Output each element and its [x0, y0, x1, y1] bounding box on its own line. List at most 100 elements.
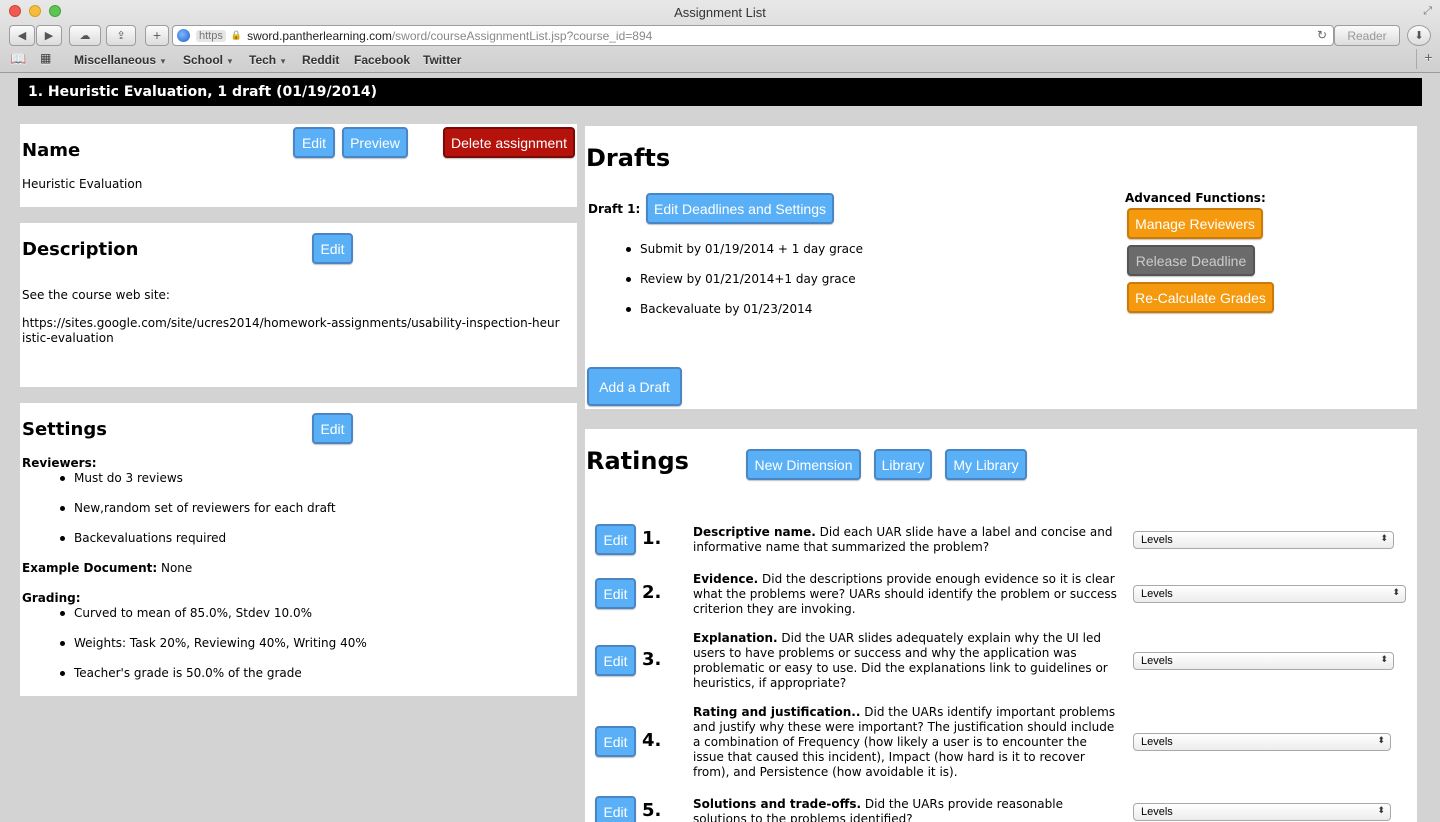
description-text: See the course web site: [22, 288, 170, 302]
grading-setting-item: Weights: Task 20%, Reviewing 40%, Writin… [60, 636, 367, 650]
https-badge: https [196, 29, 226, 42]
description-edit-button[interactable]: Edit [312, 233, 353, 264]
deadline-item: Backevaluate by 01/23/2014 [625, 302, 813, 316]
forward-button[interactable]: ▶ [36, 25, 62, 46]
reviewer-setting-item: Must do 3 reviews [60, 471, 183, 485]
select-arrows-icon: ⬍ [1380, 533, 1388, 543]
url-host: sword.pantherlearning.com [247, 28, 392, 43]
description-heading: Description [22, 239, 139, 260]
rating-description: Descriptive name. Did each UAR slide hav… [693, 525, 1113, 554]
rating-edit-button[interactable]: Edit [595, 726, 636, 757]
draft-label: Draft 1: [588, 202, 641, 216]
grading-setting-item: Curved to mean of 85.0%, Stdev 10.0% [59, 606, 313, 620]
bookmark-twitter[interactable]: Twitter [423, 53, 461, 67]
lock-icon: 🔒 [230, 30, 243, 40]
rating-levels-select[interactable]: Levels ⬍ [1133, 803, 1391, 821]
fullscreen-icon[interactable]: ⤢ [1423, 4, 1432, 18]
preview-button[interactable]: Preview [342, 127, 408, 158]
example-document: Example Document: None [22, 561, 193, 575]
library-button[interactable]: Library [874, 449, 932, 480]
my-library-button[interactable]: My Library [945, 449, 1027, 480]
deadline-item: Submit by 01/19/2014 + 1 day grace [626, 242, 863, 256]
reviewer-setting-item: New,random set of reviewers for each dra… [60, 501, 336, 515]
ratings-heading: Ratings [586, 447, 689, 475]
reader-button[interactable]: Reader [1334, 25, 1400, 46]
drafts-panel: Drafts Draft 1: Edit Deadlines and Setti… [585, 126, 1417, 409]
bookmark-school[interactable]: School ▼ [183, 53, 234, 67]
bookmark-reddit[interactable]: Reddit [302, 53, 339, 67]
deadline-item: Review by 01/21/2014+1 day grace [626, 272, 856, 286]
release-deadline-button[interactable]: Release Deadline [1127, 245, 1255, 276]
delete-assignment-button[interactable]: Delete assignment [443, 127, 575, 158]
rating-edit-button[interactable]: Edit [595, 796, 636, 822]
rating-edit-button[interactable]: Edit [595, 645, 636, 676]
cloud-icon: ☁ [79, 29, 91, 42]
settings-heading: Settings [22, 419, 107, 440]
select-arrows-icon: ⬍ [1377, 735, 1385, 745]
plus-icon: + [152, 29, 162, 42]
forward-arrow-icon: ▶ [44, 29, 54, 42]
drafts-heading: Drafts [586, 144, 671, 172]
new-tab-button[interactable]: + [145, 25, 169, 46]
description-panel: Description Edit See the course web site… [20, 223, 577, 387]
rating-edit-button[interactable]: Edit [595, 524, 636, 555]
address-bar[interactable]: https 🔒 sword.pantherlearning.com /sword… [172, 25, 1334, 46]
select-arrows-icon: ⬍ [1380, 654, 1388, 664]
advanced-functions-label: Advanced Functions: [1125, 191, 1266, 205]
rating-levels-select[interactable]: Levels ⬍ [1133, 733, 1391, 751]
rating-number: 3. [642, 649, 662, 670]
rating-levels-select[interactable]: Levels ⬍ [1133, 652, 1394, 670]
downloads-button[interactable]: ⬇ [1407, 25, 1431, 46]
browser-chrome: Assignment List ⤢ ◀ ▶ ☁ ⇪ + https 🔒 swor… [0, 0, 1440, 73]
rating-number: 1. [642, 528, 662, 549]
add-bookmark-icon[interactable]: + [1416, 49, 1440, 69]
rating-edit-button[interactable]: Edit [595, 578, 636, 609]
grading-setting-item: Teacher's grade is 50.0% of the grade [60, 666, 302, 680]
back-arrow-icon: ◀ [17, 29, 27, 42]
rating-levels-select[interactable]: Levels ⬍ [1133, 585, 1406, 603]
reviewers-label: Reviewers: [22, 456, 97, 470]
name-panel: Name Edit Preview Delete assignment Heur… [20, 124, 577, 207]
add-draft-button[interactable]: Add a Draft [587, 367, 682, 406]
bookmark-miscellaneous[interactable]: Miscellaneous ▼ [74, 53, 167, 67]
title-bar: Assignment List ⤢ [0, 0, 1440, 24]
assignment-name-value: Heuristic Evaluation [22, 177, 143, 191]
browser-toolbar: ◀ ▶ ☁ ⇪ + https 🔒 sword.pantherlearning.… [0, 24, 1440, 49]
bookmarks-bar: 📖 ▦ Miscellaneous ▼ School ▼ Tech ▼ Reddit … [0, 49, 1440, 69]
select-arrows-icon: ⬍ [1392, 587, 1400, 597]
recalculate-grades-button[interactable]: Re-Calculate Grades [1127, 282, 1274, 313]
rating-description: Evidence. Did the descriptions provide e… [693, 572, 1117, 616]
edit-deadlines-button[interactable]: Edit Deadlines and Settings [646, 193, 834, 224]
back-button[interactable]: ◀ [9, 25, 35, 46]
download-icon: ⬇ [1414, 29, 1424, 42]
name-heading: Name [22, 140, 81, 161]
rating-number: 4. [642, 730, 662, 751]
ratings-panel: Ratings New Dimension Library My Library… [585, 429, 1417, 822]
rating-number: 2. [642, 582, 662, 603]
share-button[interactable]: ⇪ [106, 25, 136, 46]
new-dimension-button[interactable]: New Dimension [746, 449, 861, 480]
assignment-header: 1. Heuristic Evaluation, 1 draft (01/19/… [18, 78, 1422, 106]
rating-number: 5. [642, 800, 662, 821]
bookmark-facebook[interactable]: Facebook [354, 53, 410, 67]
reading-list-icon[interactable]: 📖 [10, 51, 26, 67]
top-sites-icon[interactable]: ▦ [40, 51, 51, 65]
reviewer-setting-item: Backevaluations required [59, 531, 227, 545]
icloud-tabs-button[interactable]: ☁ [69, 25, 101, 46]
name-edit-button[interactable]: Edit [293, 127, 335, 158]
settings-edit-button[interactable]: Edit [312, 413, 353, 444]
description-link[interactable]: https://sites.google.com/site/ucres2014/… [22, 316, 562, 346]
rating-description: Rating and justification.. Did the UARs … [693, 705, 1116, 779]
manage-reviewers-button[interactable]: Manage Reviewers [1127, 208, 1263, 239]
settings-panel: Settings Edit Reviewers: Must do 3 revie… [20, 403, 577, 696]
grading-label: Grading: [22, 591, 81, 605]
bookmark-tech[interactable]: Tech ▼ [249, 53, 287, 67]
share-icon: ⇪ [116, 29, 126, 42]
window-title: Assignment List [674, 5, 766, 20]
globe-icon [177, 29, 190, 42]
select-arrows-icon: ⬍ [1377, 805, 1385, 815]
url-path: /sword/courseAssignmentList.jsp?course_i… [391, 28, 653, 43]
reload-icon[interactable]: ↻ [1317, 28, 1327, 42]
rating-description: Solutions and trade-offs. Did the UARs p… [693, 797, 1063, 822]
rating-levels-select[interactable]: Levels ⬍ [1133, 531, 1394, 549]
